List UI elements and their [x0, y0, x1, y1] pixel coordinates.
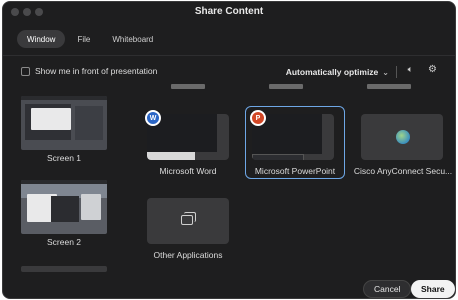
word-icon: W — [145, 110, 161, 126]
window-title: Share Content — [194, 6, 264, 17]
cisco-anyconnect-label: Cisco AnyConnect Secu... — [353, 166, 453, 176]
screen-1-thumbnail[interactable] — [21, 96, 107, 150]
share-content-window: Share Content Window File Whiteboard Sho… — [2, 1, 456, 299]
screen-2-label: Screen 2 — [46, 237, 82, 247]
share-type-tabs: Window File Whiteboard — [17, 29, 163, 49]
tab-window[interactable]: Window — [17, 30, 66, 48]
separator — [396, 66, 397, 78]
optimize-dropdown[interactable]: Automatically optimize ⌄ — [286, 65, 389, 79]
cisco-anyconnect-window[interactable] — [361, 114, 443, 160]
gear-icon[interactable]: ⚙︎ — [428, 64, 437, 75]
share-options-grid: Screen 1 W Microsoft Word P Microsoft Po… — [3, 82, 455, 272]
show-me-label: Show me in front of presentation — [35, 66, 158, 76]
tab-file[interactable]: File — [67, 30, 100, 48]
share-audio-icon[interactable]: 🔈︎ — [408, 64, 413, 75]
screen-2-thumbnail[interactable] — [21, 180, 107, 234]
cutoff-label — [171, 84, 205, 89]
other-applications-label: Other Applications — [153, 250, 223, 260]
chevron-down-icon: ⌄ — [382, 67, 389, 77]
divider — [3, 55, 455, 56]
microsoft-powerpoint-label: Microsoft PowerPoint — [254, 166, 336, 176]
titlebar: Share Content — [3, 2, 455, 22]
cutoff-label — [367, 84, 411, 89]
cutoff-thumbnail — [21, 266, 107, 272]
show-me-checkbox[interactable] — [21, 67, 30, 76]
powerpoint-icon: P — [250, 110, 266, 126]
microsoft-word-label: Microsoft Word — [159, 166, 217, 176]
cancel-button[interactable]: Cancel — [363, 280, 412, 298]
screen-1-label: Screen 1 — [46, 153, 82, 163]
tab-whiteboard[interactable]: Whiteboard — [102, 30, 163, 48]
options-bar: Show me in front of presentation Automat… — [21, 64, 439, 80]
other-applications-card[interactable] — [147, 198, 229, 244]
share-button[interactable]: Share — [411, 280, 455, 298]
optimize-label: Automatically optimize — [285, 67, 379, 77]
cutoff-label — [269, 84, 303, 89]
globe-icon — [396, 130, 410, 144]
